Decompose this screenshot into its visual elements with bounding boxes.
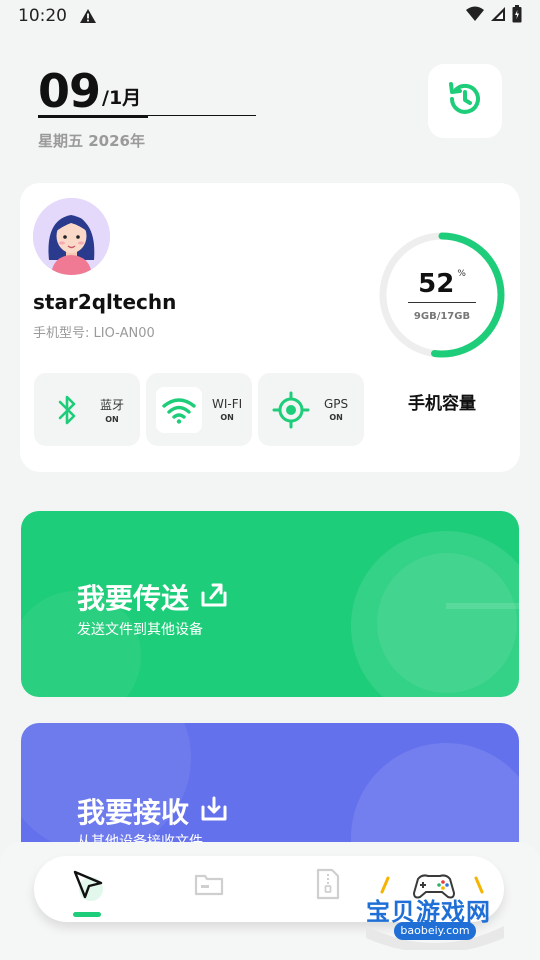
wifi-icon <box>156 386 202 433</box>
gps-state: ON <box>329 413 343 422</box>
decor-bar <box>446 603 519 609</box>
bluetooth-state: ON <box>105 414 119 424</box>
wifi-label: WI-FI <box>212 397 243 411</box>
username: star2qltechn <box>33 290 177 314</box>
device-info-card: star2qltechn 手机型号: LIO-AN00 52% 9GB/17GB… <box>20 183 520 472</box>
receive-title: 我要接收 <box>77 791 229 831</box>
send-subtitle: 发送文件到其他设备 <box>77 622 203 638</box>
refresh-icon <box>443 77 487 125</box>
gps-label: GPS <box>324 397 349 411</box>
gps-icon <box>268 387 314 433</box>
device-model: 手机型号: LIO-AN00 <box>33 326 155 341</box>
bluetooth-toggle[interactable]: 蓝牙 ON <box>34 373 140 446</box>
bluetooth-icon <box>44 387 90 433</box>
send-title-text: 我要传送 <box>77 582 190 615</box>
nav-archive-tab[interactable] <box>308 866 348 906</box>
date-month: /1月 <box>102 87 142 109</box>
date-day: 09 <box>38 64 101 118</box>
nav-active-indicator <box>73 912 101 917</box>
bluetooth-label: 蓝牙 <box>100 397 125 412</box>
send-nav-icon <box>71 867 105 905</box>
status-bar: 10:20 <box>0 0 540 32</box>
nav-files-tab[interactable] <box>189 866 229 906</box>
watermark-url: baobeiy.com <box>394 922 476 940</box>
nav-send-tab[interactable] <box>68 866 108 906</box>
send-title: 我要传送 <box>77 577 229 617</box>
date-underline-accent <box>38 115 148 118</box>
archive-nav-icon <box>314 867 342 905</box>
battery-icon <box>512 4 522 28</box>
wifi-state: ON <box>220 413 234 422</box>
date-header: 09 /1月 星期五 2026年 <box>38 64 256 150</box>
warning-icon <box>79 8 97 24</box>
folder-nav-icon <box>193 870 225 902</box>
connectivity-toggles: 蓝牙 ON WI-FI ON GPS ON <box>34 373 364 446</box>
upload-icon <box>199 579 229 616</box>
send-files-card[interactable]: 我要传送 发送文件到其他设备 <box>21 511 519 697</box>
date-subtitle: 星期五 2026年 <box>38 132 145 150</box>
signal-wifi-icon <box>466 6 484 27</box>
storage-percent-value: 52 <box>418 269 455 299</box>
download-icon <box>199 793 229 830</box>
receive-title-text: 我要接收 <box>77 796 190 829</box>
cell-signal-icon <box>490 6 506 27</box>
storage-percent-sign: % <box>457 269 466 279</box>
wifi-toggle[interactable]: WI-FI ON <box>146 373 252 446</box>
storage-usage: 9GB/17GB <box>413 311 471 322</box>
storage-divider <box>408 302 476 303</box>
storage-label: 手机容量 <box>408 394 476 414</box>
refresh-button[interactable] <box>428 64 502 138</box>
avatar[interactable] <box>33 198 110 275</box>
gps-toggle[interactable]: GPS ON <box>258 373 364 446</box>
status-time: 10:20 <box>18 6 67 26</box>
storage-percent: 52% <box>376 269 508 299</box>
decor-circle <box>377 553 517 693</box>
